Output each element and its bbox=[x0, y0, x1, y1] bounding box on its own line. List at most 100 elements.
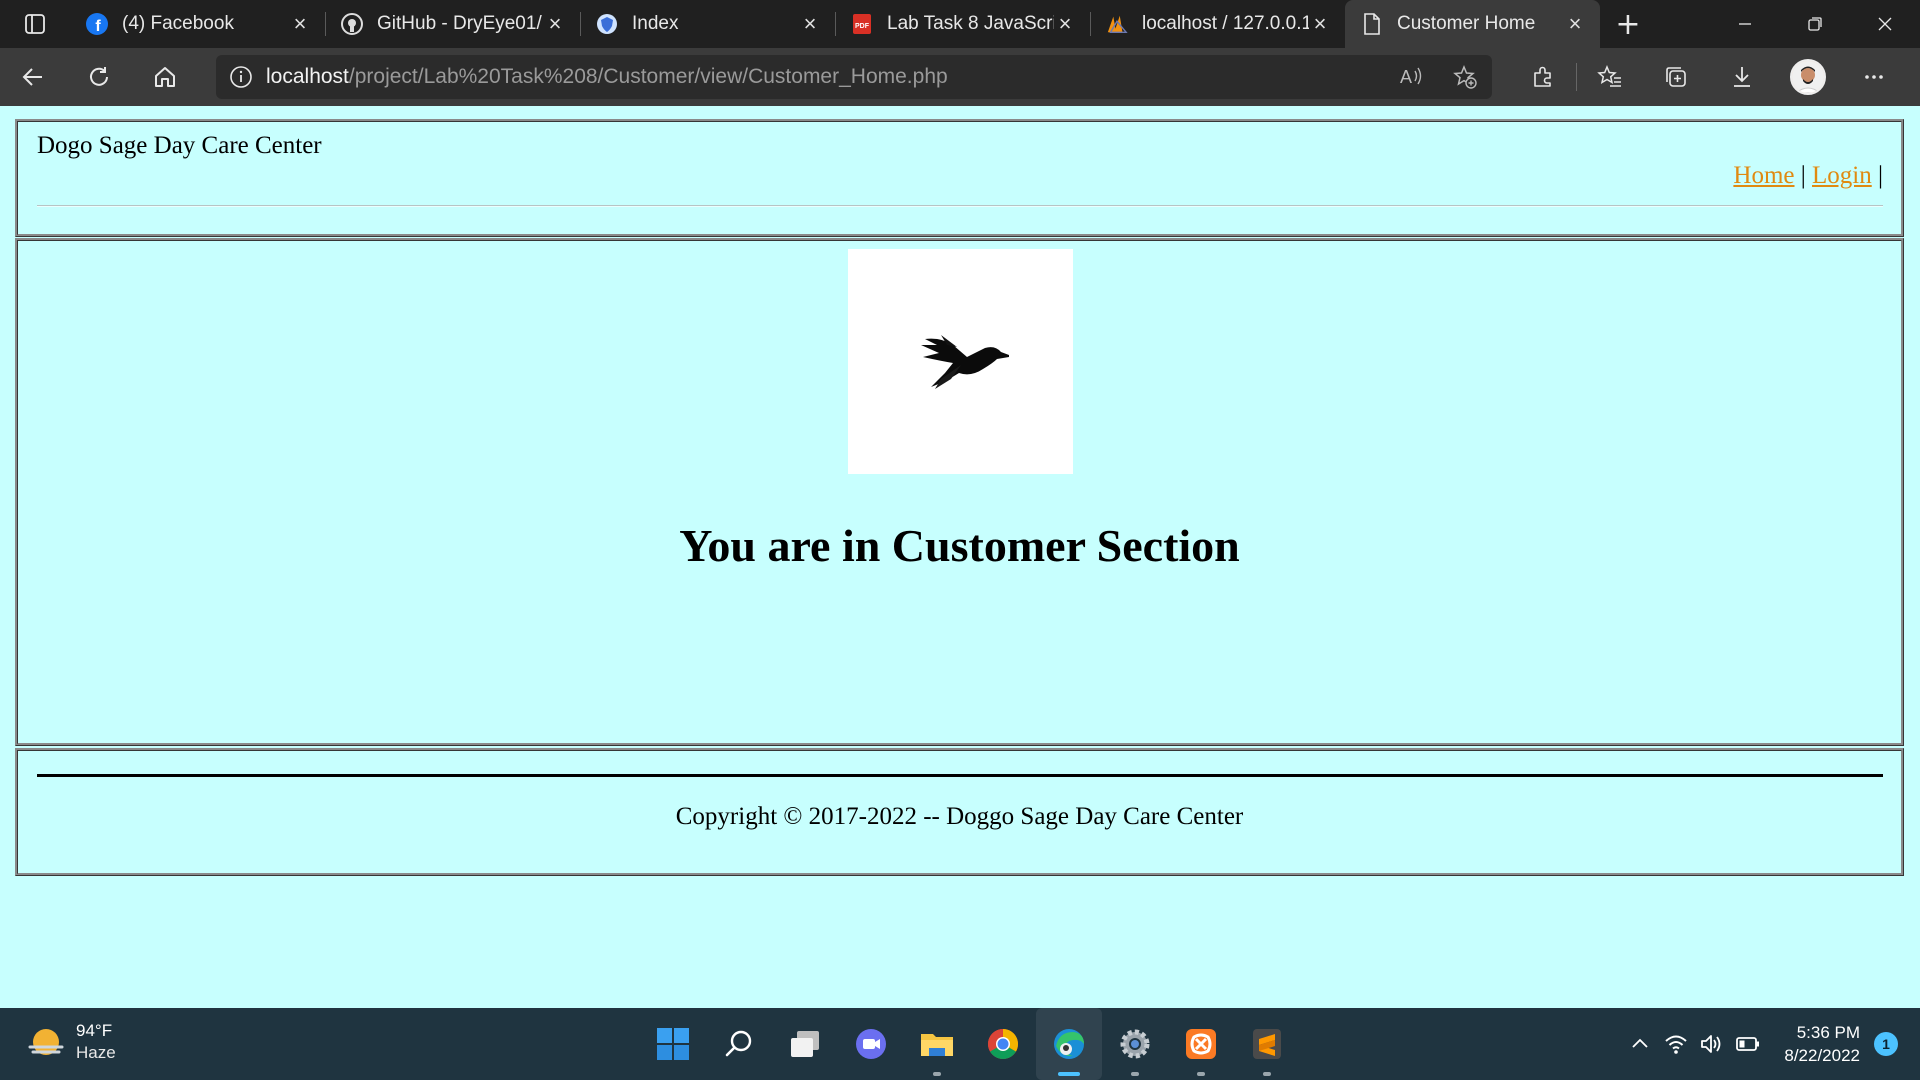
downloads-button[interactable] bbox=[1709, 48, 1775, 106]
running-indicator bbox=[1058, 1072, 1080, 1076]
running-indicator bbox=[1197, 1072, 1205, 1076]
settings-app-button[interactable] bbox=[1102, 1008, 1168, 1080]
task-view-button[interactable] bbox=[772, 1008, 838, 1080]
tab-github[interactable]: GitHub - DryEye01/ × bbox=[325, 0, 580, 48]
close-icon[interactable]: × bbox=[289, 11, 311, 36]
extensions-button[interactable] bbox=[1510, 48, 1576, 106]
site-brand: Dogo Sage Day Care Center bbox=[37, 132, 322, 159]
windows-icon bbox=[657, 1028, 689, 1060]
restore-button[interactable] bbox=[1780, 0, 1850, 48]
more-icon bbox=[1865, 75, 1883, 79]
refresh-button[interactable] bbox=[66, 48, 132, 106]
search-button[interactable] bbox=[706, 1008, 772, 1080]
close-icon bbox=[1878, 17, 1892, 31]
file-explorer-button[interactable] bbox=[904, 1008, 970, 1080]
tab-index[interactable]: Index × bbox=[580, 0, 835, 48]
xampp-button[interactable] bbox=[1168, 1008, 1234, 1080]
nav-home-link[interactable]: Home bbox=[1733, 162, 1794, 189]
edge-icon bbox=[1054, 1029, 1084, 1059]
address-bar[interactable]: localhost/project/Lab%20Task%208/Custome… bbox=[216, 55, 1492, 99]
home-button[interactable] bbox=[132, 48, 198, 106]
address-actions: A bbox=[1384, 64, 1492, 90]
close-icon[interactable]: × bbox=[799, 11, 821, 36]
minimize-icon bbox=[1739, 23, 1751, 25]
svg-text:A: A bbox=[1400, 67, 1412, 87]
windows-taskbar: 94°F Haze 5:36 PM 8/22/2022 1 bbox=[0, 1008, 1920, 1080]
notification-badge[interactable]: 1 bbox=[1874, 1032, 1898, 1056]
favorites-button[interactable] bbox=[1577, 48, 1643, 106]
tab-customer-home[interactable]: Customer Home × bbox=[1345, 0, 1600, 48]
url-path: /project/Lab%20Task%208/Customer/view/Cu… bbox=[348, 65, 948, 88]
logo-image bbox=[848, 249, 1073, 474]
browser-toolbar: localhost/project/Lab%20Task%208/Custome… bbox=[0, 48, 1920, 106]
weather-widget[interactable]: 94°F Haze bbox=[26, 1020, 116, 1064]
header-divider bbox=[37, 205, 1883, 207]
download-icon bbox=[1734, 67, 1750, 87]
page-header: Dogo Sage Day Care Center Home | Login | bbox=[15, 119, 1904, 237]
footer-divider bbox=[37, 774, 1883, 777]
close-icon[interactable]: × bbox=[544, 11, 566, 36]
close-icon[interactable]: × bbox=[1564, 11, 1586, 36]
profile-button[interactable] bbox=[1775, 48, 1841, 106]
url-text[interactable]: localhost/project/Lab%20Task%208/Custome… bbox=[266, 65, 948, 89]
new-tab-button[interactable]: + bbox=[1600, 0, 1656, 48]
nav-separator: | bbox=[1877, 162, 1883, 189]
teams-chat-button[interactable] bbox=[838, 1008, 904, 1080]
tab-title: (4) Facebook bbox=[122, 13, 234, 34]
system-tray: 5:36 PM 8/22/2022 1 bbox=[1622, 1008, 1920, 1080]
read-aloud-icon[interactable]: A bbox=[1384, 64, 1438, 90]
add-favorite-icon[interactable] bbox=[1438, 64, 1492, 90]
avatar bbox=[1790, 59, 1826, 95]
chrome-button[interactable] bbox=[970, 1008, 1036, 1080]
svg-text:f: f bbox=[95, 18, 101, 35]
nav-separator: | bbox=[1800, 162, 1806, 189]
phpmyadmin-icon bbox=[1106, 13, 1128, 35]
sublime-icon bbox=[1253, 1029, 1281, 1059]
home-icon bbox=[155, 67, 175, 87]
page-footer: Copyright © 2017-2022 -- Doggo Sage Day … bbox=[15, 748, 1904, 876]
show-hidden-icons-button[interactable] bbox=[1622, 1034, 1658, 1054]
weather-temperature: 94°F bbox=[76, 1021, 113, 1040]
search-icon bbox=[725, 1030, 752, 1057]
tab-title: Index bbox=[632, 13, 679, 34]
tab-phpmyadmin[interactable]: localhost / 127.0.0.1 × bbox=[1090, 0, 1345, 48]
tab-lab-task[interactable]: PDF Lab Task 8 JavaScrip × bbox=[835, 0, 1090, 48]
tab-actions-icon bbox=[25, 14, 45, 34]
github-icon bbox=[341, 13, 363, 35]
shield-icon bbox=[596, 13, 618, 35]
window-controls bbox=[1710, 0, 1920, 48]
edge-button[interactable] bbox=[1036, 1008, 1102, 1080]
battery-icon[interactable] bbox=[1730, 1035, 1766, 1053]
sublime-text-button[interactable] bbox=[1234, 1008, 1300, 1080]
task-view-icon bbox=[791, 1031, 819, 1057]
tab-title: Customer Home bbox=[1397, 13, 1536, 34]
settings-menu-button[interactable] bbox=[1841, 48, 1907, 106]
collections-button[interactable] bbox=[1643, 48, 1709, 106]
main-content: You are in Customer Section bbox=[15, 238, 1904, 746]
nav-login-link[interactable]: Login bbox=[1812, 162, 1872, 189]
top-nav: Home | Login | bbox=[1733, 162, 1883, 190]
restore-icon bbox=[1808, 17, 1822, 31]
taskbar-clock[interactable]: 5:36 PM 8/22/2022 bbox=[1784, 1021, 1860, 1067]
weather-haze-icon bbox=[28, 1029, 64, 1055]
volume-icon[interactable] bbox=[1694, 1033, 1730, 1055]
chevron-up-icon bbox=[1632, 1038, 1648, 1048]
close-icon[interactable]: × bbox=[1054, 11, 1076, 36]
site-info-icon[interactable] bbox=[216, 65, 266, 89]
running-indicator bbox=[1131, 1072, 1139, 1076]
clock-time: 5:36 PM bbox=[1796, 1023, 1860, 1042]
page-heading: You are in Customer Section bbox=[679, 520, 1240, 571]
back-button[interactable] bbox=[0, 48, 66, 106]
toolbar-right bbox=[1510, 48, 1907, 106]
minimize-button[interactable] bbox=[1710, 0, 1780, 48]
tab-facebook[interactable]: f (4) Facebook × bbox=[70, 0, 325, 48]
close-window-button[interactable] bbox=[1850, 0, 1920, 48]
clock-date: 8/22/2022 bbox=[1784, 1046, 1860, 1065]
wifi-icon[interactable] bbox=[1658, 1033, 1694, 1055]
chat-icon bbox=[856, 1029, 886, 1059]
favorites-icon bbox=[1597, 65, 1621, 87]
page-icon bbox=[1361, 13, 1383, 35]
start-button[interactable] bbox=[640, 1008, 706, 1080]
tab-actions-button[interactable] bbox=[0, 0, 70, 48]
close-icon[interactable]: × bbox=[1309, 11, 1331, 36]
